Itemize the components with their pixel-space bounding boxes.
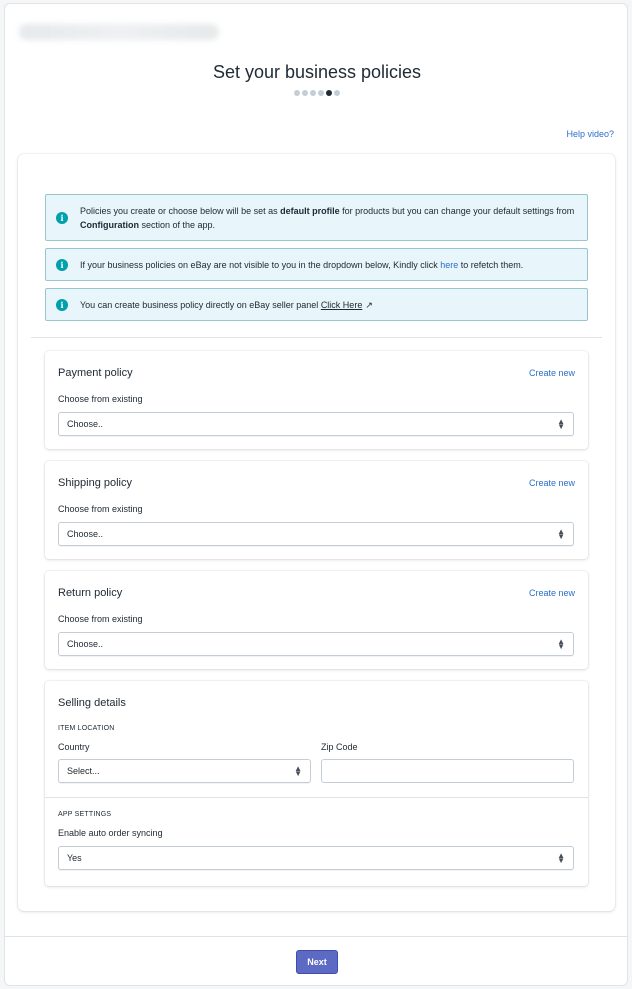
step-dot [302,90,308,96]
policies-card: i Policies you create or choose below wi… [18,154,615,911]
banner-text: If your business policies on eBay are no… [80,259,524,270]
selling-details-title: Selling details [58,697,126,709]
return-policy-title: Return policy [58,587,123,599]
blurred-header-text [19,24,219,40]
shipping-create-new-link[interactable]: Create new [529,478,575,488]
step-dot-active [326,90,332,96]
shipping-policy-section: Shipping policy Create new Choose from e… [45,461,588,559]
payment-field-label: Choose from existing [58,394,143,404]
page-title: Set your business policies [212,62,422,82]
select-arrows-icon: ▲ ▼ [557,527,565,541]
select-arrows-icon: ▲ ▼ [557,417,565,431]
footer-divider [5,936,627,937]
payment-policy-section: Payment policy Create new Choose from ex… [45,351,588,449]
select-arrows-icon: ▲ ▼ [557,637,565,651]
seller-panel-link[interactable]: Click Here [321,300,363,310]
refetch-link[interactable]: here [440,260,458,270]
payment-policy-title: Payment policy [58,367,133,379]
select-arrows-icon: ▲ ▼ [557,851,565,865]
zip-code-label: Zip Code [321,742,358,752]
auto-sync-label: Enable auto order syncing [58,828,163,838]
next-button[interactable]: Next [296,950,338,974]
return-create-new-link[interactable]: Create new [529,588,575,598]
section-divider [31,337,602,338]
return-policy-select[interactable]: Choose.. ▲ ▼ [58,632,574,656]
country-select[interactable]: Select... ▲ ▼ [58,759,311,783]
payment-create-new-link[interactable]: Create new [529,368,575,378]
country-label: Country [58,742,90,752]
step-dot [310,90,316,96]
step-dot [318,90,324,96]
auto-order-sync-select[interactable]: Yes ▲ ▼ [58,846,574,870]
payment-policy-select[interactable]: Choose.. ▲ ▼ [58,412,574,436]
external-link-icon[interactable]: ↗ [365,300,373,310]
zip-code-input[interactable] [321,759,574,783]
shipping-field-label: Choose from existing [58,504,143,514]
info-icon: i [56,298,68,311]
shipping-policy-title: Shipping policy [58,477,132,489]
info-banner-refetch: i If your business policies on eBay are … [45,248,588,281]
step-dot [294,90,300,96]
shipping-policy-select[interactable]: Choose.. ▲ ▼ [58,522,574,546]
return-field-label: Choose from existing [58,614,143,624]
step-dot [334,90,340,96]
selling-details-section: Selling details ITEM LOCATION Country Zi… [45,681,588,886]
banner-text: Policies you create or choose below will… [80,205,575,230]
info-banner-seller-panel: i You can create business policy directl… [45,288,588,321]
selling-inner-divider [45,797,588,798]
step-indicator [5,90,629,96]
info-banner-default-profile: i Policies you create or choose below wi… [45,194,588,241]
select-arrows-icon: ▲ ▼ [294,764,302,778]
app-settings-heading: APP SETTINGS [58,811,112,818]
item-location-heading: ITEM LOCATION [58,725,115,732]
info-icon: i [56,258,68,271]
info-icon: i [56,211,68,224]
help-video-link[interactable]: Help video? [566,129,614,139]
banner-text: You can create business policy directly … [80,299,373,310]
return-policy-section: Return policy Create new Choose from exi… [45,571,588,669]
setup-page: Set your business policies Help video? i… [4,3,628,986]
